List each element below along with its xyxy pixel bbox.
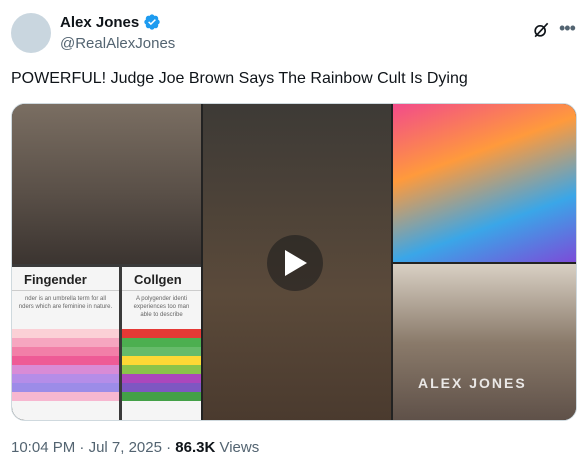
- card-description: A polygender identi experiences too man …: [133, 296, 190, 318]
- grok-icon[interactable]: [531, 20, 551, 40]
- watermark: ALEX JONES: [418, 375, 527, 391]
- collage-panel-bottom-left: Fingender nder is an umbrella term for a…: [12, 264, 201, 420]
- card-title: Fingender: [12, 267, 119, 291]
- video-thumbnail[interactable]: Fingender nder is an umbrella term for a…: [11, 103, 577, 421]
- card-description: nder is an umbrella term for all nders w…: [18, 296, 113, 310]
- tweet-text: POWERFUL! Judge Joe Brown Says The Rainb…: [11, 70, 468, 87]
- tweet-meta: 10:04 PM · Jul 7, 2025 · 86.3K Views: [11, 439, 259, 456]
- avatar[interactable]: [11, 13, 51, 53]
- verified-badge-icon: [144, 14, 160, 30]
- view-count: 86.3K: [175, 439, 216, 456]
- collage-panel-bottom-right: [393, 264, 576, 420]
- author-handle[interactable]: @RealAlexJones: [60, 35, 175, 52]
- collage-panel-top-left: [12, 104, 201, 264]
- more-options-icon[interactable]: •••: [559, 18, 576, 39]
- tweet-time[interactable]: 10:04 PM: [11, 439, 75, 456]
- play-icon: [285, 250, 307, 276]
- collage-panel-top-right: [393, 104, 576, 262]
- separator: ·: [75, 439, 89, 456]
- tweet-date[interactable]: Jul 7, 2025: [89, 439, 162, 456]
- author-row: Alex Jones: [60, 13, 161, 31]
- author-name[interactable]: Alex Jones: [60, 14, 139, 31]
- gender-card-left: Fingender nder is an umbrella term for a…: [12, 267, 119, 420]
- card-title: Collgen: [122, 267, 201, 291]
- separator: ·: [161, 439, 176, 456]
- views-label: Views: [215, 439, 260, 456]
- play-button[interactable]: [267, 235, 323, 291]
- gender-card-right: Collgen A polygender identi experiences …: [122, 267, 201, 420]
